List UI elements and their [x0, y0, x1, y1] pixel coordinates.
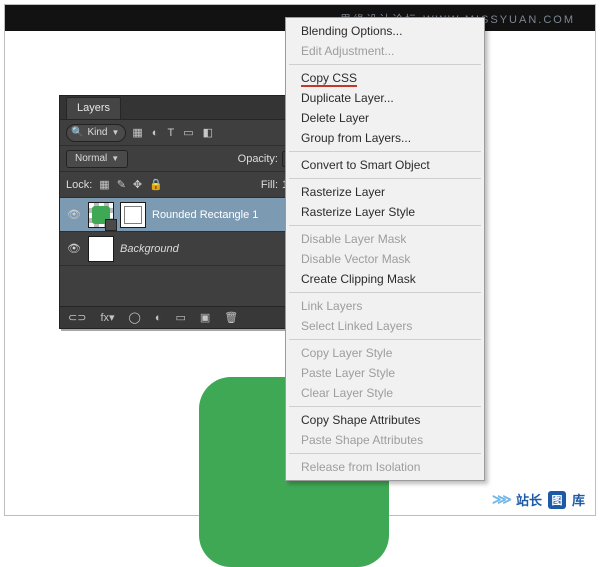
context-menu: Blending Options... Edit Adjustment... Cop… [285, 17, 485, 481]
layer-mask-thumbnail[interactable] [120, 202, 146, 228]
menu-item: Copy Layer Style [287, 343, 483, 363]
search-icon: 🔍 [71, 127, 83, 138]
fill-label: Fill: [261, 179, 278, 191]
lock-pixels-icon[interactable]: ✎ [117, 178, 126, 191]
menu-item: Clear Layer Style [287, 383, 483, 403]
menu-item-label: Duplicate Layer... [301, 91, 394, 105]
menu-item: Edit Adjustment... [287, 41, 483, 61]
menu-separator [289, 64, 481, 65]
menu-item[interactable]: Rasterize Layer Style [287, 202, 483, 222]
menu-item[interactable]: Rasterize Layer [287, 182, 483, 202]
menu-item-label: Rasterize Layer [301, 185, 385, 199]
blend-opacity-row: Normal ▼ Opacity: 10 [60, 146, 306, 172]
menu-item-label: Disable Vector Mask [301, 252, 410, 266]
new-group-icon[interactable]: ▭ [175, 311, 185, 324]
menu-item: Disable Vector Mask [287, 249, 483, 269]
menu-item-label: Rasterize Layer Style [301, 205, 415, 219]
watermark-badge: 图 [548, 491, 566, 509]
link-layers-icon[interactable]: ⊂⊃ [68, 311, 86, 324]
watermark-bottom: ⋙ 站长 图 库 [492, 490, 585, 509]
menu-item-label: Select Linked Layers [301, 319, 412, 333]
menu-item[interactable]: Copy CSS [287, 68, 483, 88]
menu-item-label: Copy CSS [301, 71, 357, 87]
visibility-eye-icon[interactable]: 👁 [66, 208, 82, 221]
chevron-down-icon: ▼ [111, 128, 119, 137]
menu-item[interactable]: Group from Layers... [287, 128, 483, 148]
menu-item[interactable]: Blending Options... [287, 21, 483, 41]
layer-row[interactable]: 👁 Background [60, 232, 306, 266]
menu-item-label: Create Clipping Mask [301, 272, 416, 286]
menu-item: Disable Layer Mask [287, 229, 483, 249]
menu-item-label: Blending Options... [301, 24, 402, 38]
menu-item-label: Delete Layer [301, 111, 369, 125]
watermark-wing-icon: ⋙ [492, 491, 510, 508]
lock-position-icon[interactable]: ✥ [133, 178, 142, 191]
filter-type-icons: ▦ ◐ T ▭ ◧ [132, 126, 220, 139]
menu-item[interactable]: Duplicate Layer... [287, 88, 483, 108]
layer-name[interactable]: Background [120, 243, 179, 255]
menu-separator [289, 225, 481, 226]
watermark-text-post: 库 [572, 490, 585, 509]
watermark-text-pre: 站长 [516, 490, 542, 509]
layer-filter-row: 🔍 Kind ▼ ▦ ◐ T ▭ ◧ [60, 120, 306, 146]
menu-separator [289, 292, 481, 293]
layer-name[interactable]: Rounded Rectangle 1 [152, 209, 272, 221]
delete-layer-icon[interactable]: 🗑 [224, 311, 238, 324]
lock-label: Lock: [66, 179, 92, 191]
lock-fill-row: Lock: ▦ ✎ ✥ 🔒 Fill: 10 [60, 172, 306, 198]
layer-list: 👁 Rounded Rectangle 1 👁 Background [60, 198, 306, 266]
visibility-eye-icon[interactable]: 👁 [66, 242, 82, 255]
layers-tab[interactable]: Layers [66, 97, 121, 119]
menu-item-label: Paste Layer Style [301, 366, 395, 380]
menu-item-label: Disable Layer Mask [301, 232, 406, 246]
menu-item[interactable]: Convert to Smart Object [287, 155, 483, 175]
filter-adjust-icon[interactable]: ◐ [152, 127, 159, 139]
layer-fx-icon[interactable]: fx▾ [100, 311, 114, 324]
menu-separator [289, 178, 481, 179]
menu-separator [289, 453, 481, 454]
menu-item: Link Layers [287, 296, 483, 316]
menu-item[interactable]: Copy Shape Attributes [287, 410, 483, 430]
menu-item-label: Clear Layer Style [301, 386, 393, 400]
menu-item-label: Convert to Smart Object [301, 158, 430, 172]
layer-thumbnail[interactable] [88, 236, 114, 262]
opacity-label: Opacity: [238, 153, 278, 165]
menu-item-label: Group from Layers... [301, 131, 411, 145]
panel-footer: ⊂⊃ fx▾ ◯ ◐ ▭ ▣ 🗑 [60, 306, 306, 328]
layer-row[interactable]: 👁 Rounded Rectangle 1 [60, 198, 306, 232]
menu-separator [289, 339, 481, 340]
menu-item-label: Paste Shape Attributes [301, 433, 423, 447]
panel-tab-row: Layers ▤ [60, 96, 306, 120]
menu-item-label: Edit Adjustment... [301, 44, 394, 58]
filter-kind-label: Kind [87, 127, 107, 138]
filter-pixel-icon[interactable]: ▦ [132, 126, 142, 139]
new-layer-icon[interactable]: ▣ [200, 311, 210, 324]
new-adjustment-icon[interactable]: ◐ [155, 312, 162, 324]
filter-kind-dropdown[interactable]: 🔍 Kind ▼ [66, 124, 126, 142]
menu-item: Paste Layer Style [287, 363, 483, 383]
layer-thumbnail[interactable] [88, 202, 114, 228]
menu-item[interactable]: Create Clipping Mask [287, 269, 483, 289]
filter-smart-icon[interactable]: ◧ [203, 126, 221, 139]
menu-item: Paste Shape Attributes [287, 430, 483, 450]
blend-mode-value: Normal [75, 153, 107, 164]
menu-item: Release from Isolation [287, 457, 483, 477]
menu-item[interactable]: Delete Layer [287, 108, 483, 128]
add-mask-icon[interactable]: ◯ [129, 311, 141, 324]
layers-panel: Layers ▤ 🔍 Kind ▼ ▦ ◐ T ▭ ◧ Normal ▼ [59, 95, 307, 329]
lock-all-icon[interactable]: 🔒 [149, 178, 163, 191]
menu-separator [289, 406, 481, 407]
filter-shape-icon[interactable]: ▭ [183, 126, 193, 139]
menu-item-label: Link Layers [301, 299, 362, 313]
blend-mode-dropdown[interactable]: Normal ▼ [66, 150, 128, 168]
chevron-down-icon: ▼ [111, 154, 119, 163]
menu-item: Select Linked Layers [287, 316, 483, 336]
lock-transparency-icon[interactable]: ▦ [99, 178, 109, 191]
app-frame: 思缘设计论坛 WWW.MISSYUAN.COM Layers ▤ 🔍 Kind … [4, 4, 596, 516]
filter-type-icon[interactable]: T [167, 127, 174, 139]
menu-separator [289, 151, 481, 152]
menu-item-label: Release from Isolation [301, 460, 420, 474]
menu-item-label: Copy Shape Attributes [301, 413, 420, 427]
menu-item-label: Copy Layer Style [301, 346, 392, 360]
